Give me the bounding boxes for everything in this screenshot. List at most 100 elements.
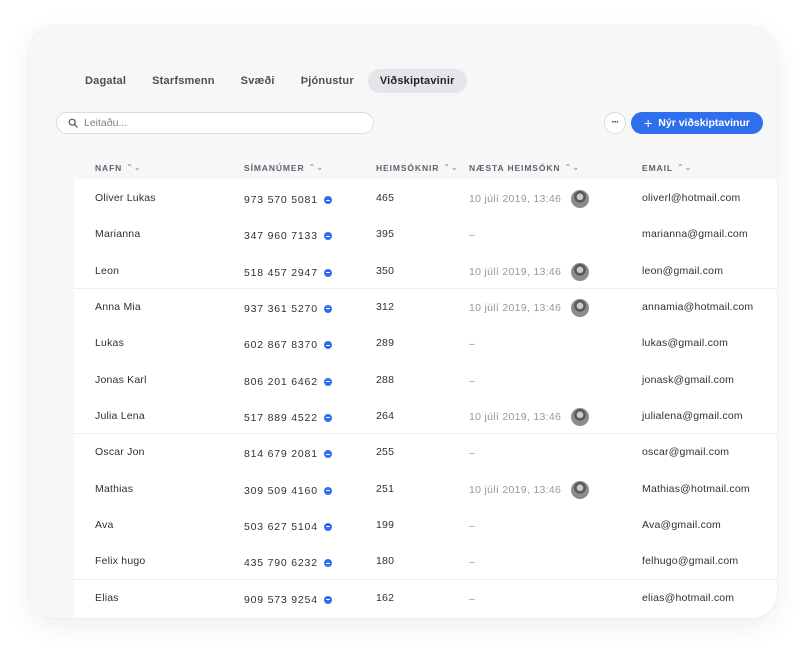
phone-cell: 347 960 7133 xyxy=(244,218,332,254)
table-row[interactable]: Anna Mia 937 361 5270 312 10 júlí 2019, 13:… xyxy=(74,287,777,327)
tab-staff[interactable]: Starfsmenn xyxy=(140,69,227,93)
email-address[interactable]: lukas@gmail.com xyxy=(642,325,728,361)
email-address[interactable]: oliverl@hotmail.com xyxy=(642,180,741,216)
message-icon[interactable] xyxy=(323,413,332,422)
tab-services[interactable]: Þjónustur xyxy=(289,69,366,93)
visits-count: 251 xyxy=(376,482,395,495)
table-row[interactable]: Julia Lena 517 889 4522 264 10 júlí 2019, 1… xyxy=(74,397,777,433)
message-icon[interactable] xyxy=(323,377,332,386)
search-input[interactable] xyxy=(84,117,364,129)
next-visit-cell: – xyxy=(469,544,475,580)
customer-name: Oliver Lukas xyxy=(95,192,156,204)
staff-avatar xyxy=(571,480,590,499)
table-row[interactable]: Ava 503 627 5104 199 – Ava@gmail.com xyxy=(74,506,777,542)
next-visit-cell: 10 júlí 2019, 13:46 xyxy=(469,254,590,290)
message-icon[interactable] xyxy=(323,304,332,313)
next-visit-cell: – xyxy=(469,326,475,362)
staff-avatar xyxy=(571,190,590,208)
phone-number: 937 361 5270 xyxy=(244,302,318,315)
more-options-button[interactable]: ··· xyxy=(604,112,626,134)
email-address[interactable]: Mathias@hotmail.com xyxy=(642,471,750,507)
email-address[interactable]: leon@gmail.com xyxy=(642,253,723,289)
table-row[interactable]: Felix hugo 435 790 6232 180 – felhugo@gmail.… xyxy=(74,542,777,578)
table-row[interactable]: Marianna 347 960 7133 395 – marianna@gmail.c… xyxy=(74,215,777,251)
next-visit-date: 10 júlí 2019, 13:46 xyxy=(469,265,562,278)
phone-number: 517 889 4522 xyxy=(244,411,318,424)
search-box xyxy=(56,112,374,134)
customers-panel: Dagatal Starfsmenn Svæði Þjónustur Viðsk… xyxy=(29,26,777,618)
table-row[interactable]: Mathias 309 509 4160 251 10 júlí 2019, 13:4… xyxy=(74,470,777,506)
message-icon[interactable] xyxy=(323,450,332,459)
next-visit-date: – xyxy=(469,447,476,460)
message-icon[interactable] xyxy=(323,595,332,604)
next-visit-cell: 10 júlí 2019, 13:46 xyxy=(469,181,590,217)
message-icon[interactable] xyxy=(323,559,332,568)
email-address[interactable]: felhugo@gmail.com xyxy=(642,543,738,579)
email-address[interactable]: jonask@gmail.com xyxy=(642,362,734,398)
sort-icon: ⌃⌄ xyxy=(308,163,324,172)
message-icon[interactable] xyxy=(323,341,332,350)
email-address[interactable]: elias@hotmail.com xyxy=(642,580,734,616)
table-row[interactable]: Jonas Karl 806 201 6462 288 – jonask@gmail.c… xyxy=(74,361,777,397)
visits-count: 289 xyxy=(376,337,395,350)
email-address[interactable]: Ava@gmail.com xyxy=(642,507,721,543)
message-icon[interactable] xyxy=(323,522,332,531)
message-icon[interactable] xyxy=(323,232,332,241)
next-visit-cell: 10 júlí 2019, 13:46 xyxy=(469,472,590,508)
tab-customers[interactable]: Viðskiptavinir xyxy=(367,69,467,93)
table-row[interactable]: Lukas 602 867 8370 289 – lukas@gmail.com xyxy=(74,324,777,360)
phone-cell: 518 457 2947 xyxy=(244,255,332,291)
column-header-email[interactable]: EMAIL ⌃⌄ xyxy=(642,158,692,178)
phone-number: 602 867 8370 xyxy=(244,339,318,352)
next-visit-cell: – xyxy=(469,435,475,471)
phone-number: 309 509 4160 xyxy=(244,484,318,497)
phone-cell: 909 573 9254 xyxy=(244,582,332,618)
staff-avatar xyxy=(571,298,590,317)
email-address[interactable]: julialena@gmail.com xyxy=(642,398,743,434)
tab-calendar[interactable]: Dagatal xyxy=(73,69,138,93)
next-visit-date: – xyxy=(469,338,476,351)
table-row[interactable]: Elias 909 573 9254 162 – elias@hotmail.com xyxy=(74,578,777,618)
phone-number: 503 627 5104 xyxy=(244,520,318,533)
message-icon[interactable] xyxy=(323,486,332,495)
phone-cell: 602 867 8370 xyxy=(244,327,332,363)
message-icon[interactable] xyxy=(323,268,332,277)
table-row[interactable]: Leon 518 457 2947 350 10 júlí 2019, 13:46 le… xyxy=(74,252,777,288)
table-row[interactable]: Oliver Lukas 973 570 5081 465 10 júlí 2019,… xyxy=(74,179,777,215)
visits-count: 350 xyxy=(376,264,395,277)
visits-count: 162 xyxy=(376,591,395,604)
message-icon[interactable] xyxy=(323,196,332,204)
email-address[interactable]: annamia@hotmail.com xyxy=(642,289,753,325)
email-address[interactable]: oscar@gmail.com xyxy=(642,434,729,470)
search-icon xyxy=(68,118,78,128)
customers-table-body: Oliver Lukas 973 570 5081 465 10 júlí 2019,… xyxy=(74,179,777,618)
visits-count: 264 xyxy=(376,409,395,422)
visits-count: 288 xyxy=(376,373,395,386)
phone-cell: 973 570 5081 xyxy=(244,182,332,218)
table-row[interactable]: Oscar Jon 814 679 2081 255 – oscar@gmail.com xyxy=(74,433,777,469)
tab-areas[interactable]: Svæði xyxy=(229,69,287,93)
customer-name: Mathias xyxy=(95,482,134,495)
column-header-next-visit[interactable]: NÆSTA HEIMSÓKN ⌃⌄ xyxy=(469,158,580,178)
customer-name: Julia Lena xyxy=(95,409,145,422)
phone-cell: 517 889 4522 xyxy=(244,400,332,436)
next-visit-date: 10 júlí 2019, 13:46 xyxy=(469,483,562,496)
customer-name: Leon xyxy=(95,264,120,277)
column-header-phone[interactable]: SÍMANÚMER ⌃⌄ xyxy=(244,158,324,178)
next-visit-cell: – xyxy=(469,581,475,617)
phone-cell: 814 679 2081 xyxy=(244,436,332,472)
column-header-name[interactable]: NAFN ⌃⌄ xyxy=(95,158,141,178)
phone-number: 347 960 7133 xyxy=(244,230,318,243)
visits-count: 199 xyxy=(376,518,395,531)
email-address[interactable]: marianna@gmail.com xyxy=(642,216,748,252)
staff-avatar xyxy=(571,262,590,281)
visits-count: 180 xyxy=(376,555,395,568)
table-header: NAFN ⌃⌄ SÍMANÚMER ⌃⌄ HEIMSÓKNIR ⌃⌄ NÆSTA… xyxy=(29,158,777,178)
column-header-visits[interactable]: HEIMSÓKNIR ⌃⌄ xyxy=(376,158,459,178)
phone-number: 435 790 6232 xyxy=(244,557,318,570)
next-visit-date: – xyxy=(469,519,476,532)
next-visit-date: 10 júlí 2019, 13:46 xyxy=(469,193,562,205)
phone-cell: 937 361 5270 xyxy=(244,291,332,327)
new-customer-button[interactable]: + Nýr viðskiptavinur xyxy=(631,112,763,134)
visits-count: 255 xyxy=(376,446,395,459)
